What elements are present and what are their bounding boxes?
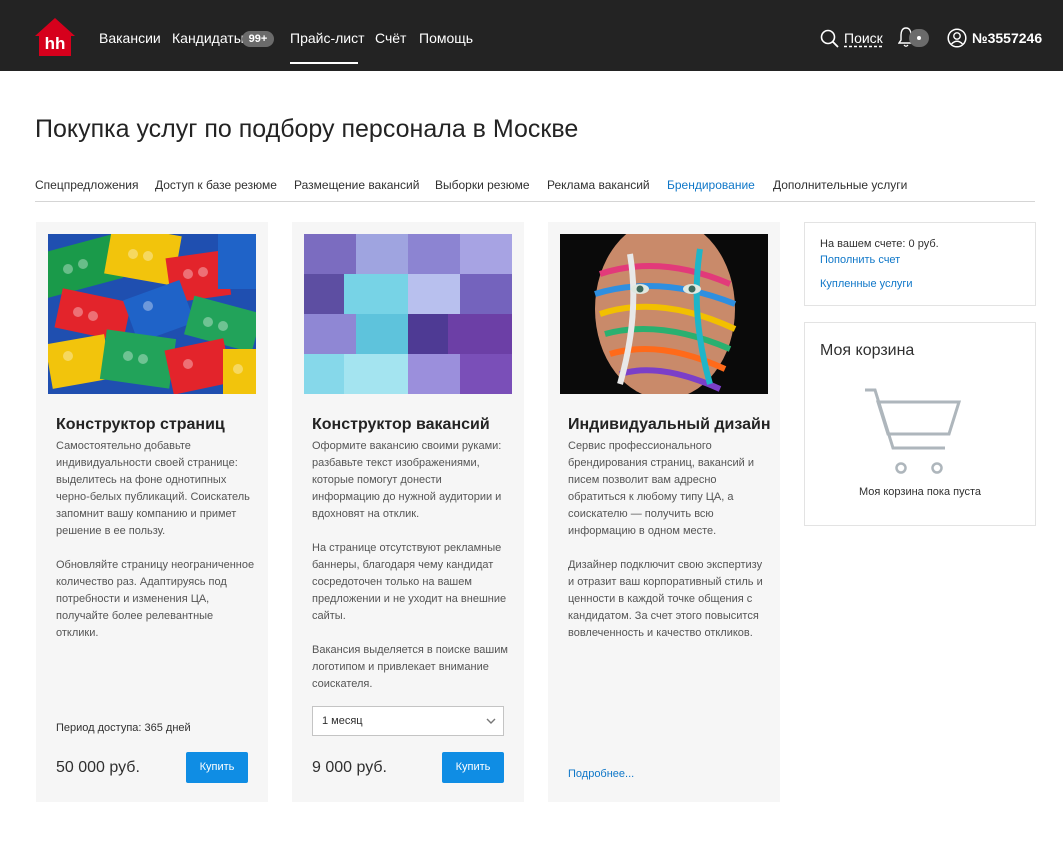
card-description: Самостоятельно добавьте индивидуальности… xyxy=(56,440,255,639)
balance-text: На вашем счете: 0 руб. xyxy=(820,238,939,250)
nav-account[interactable]: Счёт xyxy=(375,30,406,47)
nav-price-list[interactable]: Прайс-лист xyxy=(290,30,365,47)
tab-vacancy-posting[interactable]: Размещение вакансий xyxy=(294,178,419,192)
account-number-link[interactable]: №3557246 xyxy=(972,30,1042,47)
top-header: hh Вакансии Кандидаты 99+ Прайс-лист Счё… xyxy=(0,0,1063,71)
active-nav-underline xyxy=(290,62,358,64)
period-select[interactable]: 1 месяц xyxy=(312,706,504,736)
tab-special-offers[interactable]: Спецпредложения xyxy=(35,178,139,192)
access-period: Период доступа: 365 дней xyxy=(56,722,191,734)
service-tabs: Спецпредложения Доступ к базе резюме Раз… xyxy=(35,177,1035,202)
card-title: Конструктор вакансий xyxy=(312,416,490,433)
card-description: Сервис профессионального брендирования с… xyxy=(568,440,763,639)
cart-panel: Моя корзина Моя корзина пока пуста xyxy=(804,322,1036,526)
painted-face-image xyxy=(560,234,768,394)
purchased-services-link[interactable]: Купленные услуги xyxy=(820,278,913,291)
search-link[interactable]: Поиск xyxy=(844,30,883,47)
balance-panel: На вашем счете: 0 руб. Пополнить счет Ку… xyxy=(804,222,1036,306)
period-select-value: 1 месяц xyxy=(322,715,363,727)
hh-logo[interactable]: hh xyxy=(35,18,75,56)
tab-vacancy-ads[interactable]: Реклама вакансий xyxy=(547,178,650,192)
page-title: Покупка услуг по подбору персонала в Мос… xyxy=(35,115,579,143)
user-icon[interactable] xyxy=(947,28,967,48)
card-title: Индивидуальный дизайн xyxy=(568,416,771,433)
cart-title: Моя корзина xyxy=(820,342,915,359)
product-card-individual-design: Индивидуальный дизайн Сервис профессиона… xyxy=(548,222,780,802)
topup-link[interactable]: Пополнить счет xyxy=(820,254,900,267)
tab-branding[interactable]: Брендирование xyxy=(667,178,755,192)
candidates-count-badge: 99+ xyxy=(242,31,274,47)
price: 9 000 руб. xyxy=(312,759,387,776)
tab-resume-database[interactable]: Доступ к базе резюме xyxy=(155,178,277,192)
nav-help[interactable]: Помощь xyxy=(419,30,473,47)
cart-icon xyxy=(865,388,962,474)
buy-button[interactable]: Купить xyxy=(186,752,248,783)
notifications-badge[interactable] xyxy=(909,29,929,47)
tab-additional-services[interactable]: Дополнительные услуги xyxy=(773,178,907,192)
tab-resume-selections[interactable]: Выборки резюме xyxy=(435,178,530,192)
chevron-down-icon xyxy=(486,718,496,724)
lego-bricks-image xyxy=(48,234,256,394)
nav-candidates[interactable]: Кандидаты xyxy=(172,30,244,47)
search-icon[interactable] xyxy=(820,29,839,48)
price: 50 000 руб. xyxy=(56,759,140,776)
tetris-blocks-image xyxy=(304,234,512,394)
product-card-vacancy-builder: Конструктор вакансий Оформите вакансию с… xyxy=(292,222,524,802)
more-details-link[interactable]: Подробнее... xyxy=(568,768,634,781)
card-description: Оформите вакансию своими руками: разбавь… xyxy=(312,440,508,690)
svg-text:hh: hh xyxy=(45,34,66,53)
product-card-page-builder: Конструктор страниц Самостоятельно добав… xyxy=(36,222,268,802)
buy-button[interactable]: Купить xyxy=(442,752,504,783)
cart-empty-message: Моя корзина пока пуста xyxy=(858,486,982,498)
nav-vacancies[interactable]: Вакансии xyxy=(99,30,161,47)
card-title: Конструктор страниц xyxy=(56,416,225,433)
